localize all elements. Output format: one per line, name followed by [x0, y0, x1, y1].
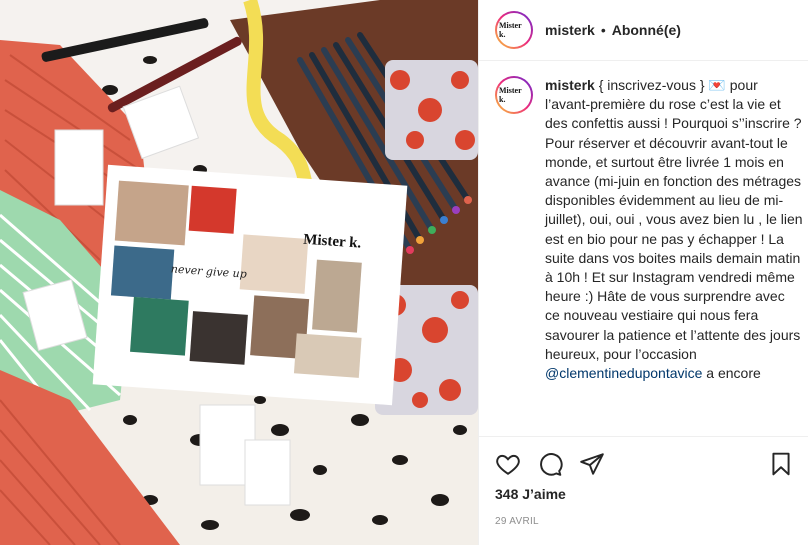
action-bar [479, 436, 808, 493]
header-separator: • [600, 22, 606, 38]
post-header: Mister k. misterk • Abonné(e) [479, 0, 808, 61]
caption-avatar-logo: Mister k. [497, 78, 531, 112]
likes-count[interactable]: 348 J’aime [495, 486, 566, 502]
caption-text-2: pour l’avant-première du rose c’est la v… [545, 77, 803, 362]
caption-username[interactable]: misterk [545, 77, 595, 93]
instagram-post: Mister k. never give up Mister k. mister… [0, 0, 808, 545]
follow-status-button[interactable]: Abonné(e) [612, 22, 681, 38]
post-photo[interactable]: Mister k. never give up [0, 0, 478, 545]
heart-outline-icon[interactable] [495, 451, 521, 477]
caption-scroll-area[interactable]: Mister k. misterk { inscrivez-vous } 💌 p… [495, 76, 808, 436]
comment-bubble-icon[interactable] [537, 451, 563, 477]
header-username[interactable]: misterk [545, 22, 595, 38]
bookmark-icon[interactable] [768, 451, 794, 477]
paper-plane-icon[interactable] [579, 451, 605, 477]
post-caption: misterk { inscrivez-vous } 💌 pour l’avan… [545, 76, 803, 383]
caption-avatar[interactable]: Mister k. [495, 76, 533, 114]
caption-mention-link[interactable]: @clementinedupontavice [545, 365, 702, 381]
profile-avatar[interactable]: Mister k. [495, 11, 533, 49]
avatar-logo: Mister k. [497, 13, 531, 47]
caption-text-1: { inscrivez-vous } [598, 77, 709, 93]
post-sidebar: Mister k. misterk • Abonné(e) Mister k. … [478, 0, 808, 545]
post-date: 29 AVRIL [495, 516, 539, 527]
caption-text-3: a encore [702, 365, 761, 382]
envelope-heart-emoji: 💌 [708, 77, 726, 93]
flatlay-photo: Mister k. never give up [0, 0, 478, 545]
